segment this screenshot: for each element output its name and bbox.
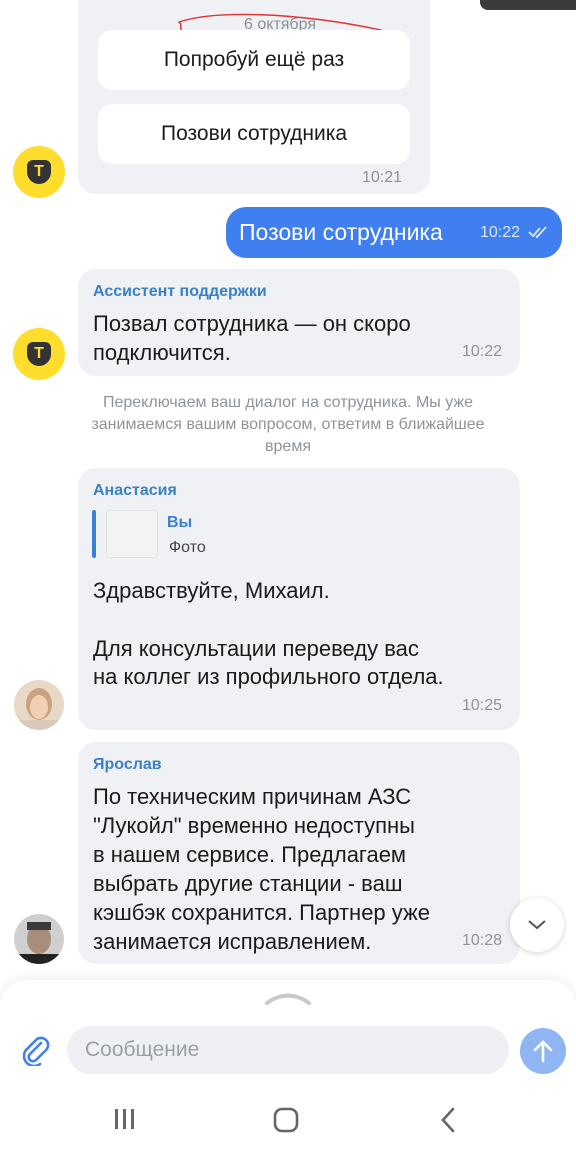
paperclip-icon[interactable]: [19, 1034, 51, 1066]
message-line: Здравствуйте, Михаил.: [93, 578, 330, 603]
agent-message: Анастасия Вы Фото Здравствуйте, Михаил. …: [78, 468, 520, 730]
double-check-icon: [528, 226, 547, 239]
message-line: кэшбэк сохранится. Партнер уже: [93, 900, 430, 925]
recents-icon[interactable]: [112, 1106, 138, 1132]
quote-author: Вы: [167, 514, 193, 531]
message-time: 10:22: [462, 343, 503, 360]
sender-name: Ассистент поддержки: [93, 283, 267, 300]
outgoing-text: Позови сотрудника: [239, 219, 443, 245]
message-time: 10:21: [362, 169, 403, 186]
message-line: Позвал сотрудника — он скоро: [93, 311, 411, 336]
message-line: на коллег из профильного отдела.: [93, 664, 444, 689]
send-arrow-icon: [533, 1040, 553, 1063]
message-line: подключится.: [93, 340, 231, 365]
chevron-down-icon: [528, 920, 546, 930]
message-input[interactable]: Сообщение: [67, 1026, 509, 1074]
quick-reply-retry-button[interactable]: Попробуй ещё раз: [98, 30, 410, 90]
message-time: 10:28: [462, 932, 503, 949]
sender-name: Ярослав: [93, 756, 162, 773]
composer-panel: Сообщение: [0, 980, 576, 1152]
message-line: "Лукойл" временно недоступны: [93, 813, 415, 838]
quote-bar: [92, 510, 96, 558]
home-icon[interactable]: [272, 1106, 300, 1134]
quick-reply-call-staff-button[interactable]: Позови сотрудника: [98, 104, 410, 164]
send-button[interactable]: [520, 1028, 566, 1074]
scroll-to-bottom-button[interactable]: [510, 898, 564, 952]
quote-type: Фото: [169, 539, 206, 556]
message-line: По техническим причинам АЗС: [93, 784, 412, 809]
agent-avatar-anastasia[interactable]: [14, 680, 64, 730]
agent-message: Ярослав По техническим причинам АЗС "Лук…: [78, 742, 520, 964]
bank-logo-avatar: T: [13, 328, 65, 380]
assistant-message: Ассистент поддержки Позвал сотрудника — …: [78, 269, 520, 376]
chevron-up-handle-icon[interactable]: [263, 992, 313, 1006]
outgoing-time: 10:22: [480, 224, 521, 241]
message-line: выбрать другие станции - ваш: [93, 871, 403, 896]
sender-name: Анастасия: [93, 482, 177, 499]
back-icon[interactable]: [436, 1106, 460, 1134]
message-line: занимается исправлением.: [93, 929, 372, 954]
bank-logo-avatar: T: [13, 146, 65, 198]
agent-avatar-yaroslav[interactable]: [14, 914, 64, 964]
message-time: 10:25: [462, 697, 503, 714]
top-toolbar-edge: [480, 0, 576, 10]
outgoing-message[interactable]: Позови сотрудника 10:22: [226, 207, 562, 258]
system-notice: Переключаем ваш диалог на сотрудника. Мы…: [91, 394, 485, 455]
quoted-photo-thumbnail[interactable]: [106, 510, 158, 558]
message-line: Для консультации переведу вас: [93, 636, 419, 661]
message-line: в нашем сервисе. Предлагаем: [93, 842, 407, 867]
message-input-placeholder: Сообщение: [85, 1038, 200, 1061]
